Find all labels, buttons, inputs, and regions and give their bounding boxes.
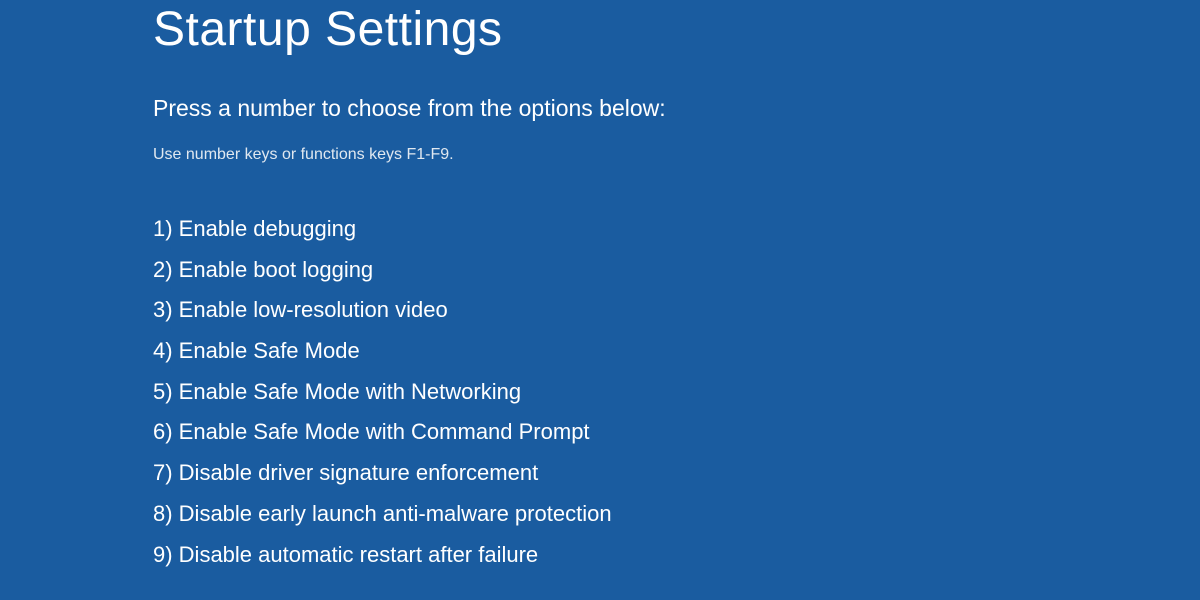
option-2-enable-boot-logging[interactable]: 2) Enable boot logging	[153, 255, 1200, 285]
option-8-disable-anti-malware[interactable]: 8) Disable early launch anti-malware pro…	[153, 499, 1200, 529]
hint-text: Use number keys or functions keys F1-F9.	[153, 146, 1200, 164]
instruction-text: Press a number to choose from the option…	[153, 95, 1200, 122]
option-7-disable-driver-signature[interactable]: 7) Disable driver signature enforcement	[153, 458, 1200, 488]
option-9-disable-automatic-restart[interactable]: 9) Disable automatic restart after failu…	[153, 540, 1200, 570]
option-1-enable-debugging[interactable]: 1) Enable debugging	[153, 214, 1200, 244]
option-5-enable-safe-mode-networking[interactable]: 5) Enable Safe Mode with Networking	[153, 377, 1200, 407]
option-6-enable-safe-mode-command-prompt[interactable]: 6) Enable Safe Mode with Command Prompt	[153, 417, 1200, 447]
option-4-enable-safe-mode[interactable]: 4) Enable Safe Mode	[153, 336, 1200, 366]
options-list: 1) Enable debugging 2) Enable boot loggi…	[153, 214, 1200, 569]
option-3-enable-low-resolution-video[interactable]: 3) Enable low-resolution video	[153, 295, 1200, 325]
startup-settings-screen: Startup Settings Press a number to choos…	[0, 0, 1200, 569]
page-title: Startup Settings	[153, 0, 1200, 57]
